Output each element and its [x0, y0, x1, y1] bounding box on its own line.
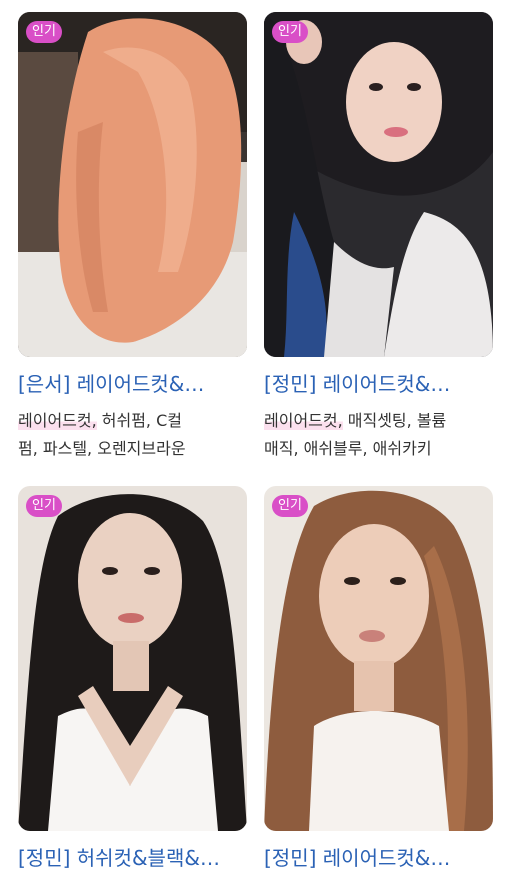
card-title[interactable]: [정민] 허쉬컷&블랙&…	[18, 843, 248, 869]
card-title[interactable]: [정민] 레이어드컷&…	[264, 843, 494, 869]
hairstyle-photo[interactable]: 인기	[18, 12, 247, 357]
card-tags: 레이어드컷, 허쉬펌, C컬 펌, 파스텔, 오렌지브라운	[18, 407, 248, 463]
hairstyle-photo[interactable]: 인기	[18, 486, 247, 831]
hairstyle-card[interactable]: 인기 [은서] 레이어드컷&… 레이어드컷, 허쉬펌, C컬 펌, 파스텔, 오…	[18, 12, 248, 463]
card-tags: 레이어드컷, 매직셋팅, 볼륨 매직, 애쉬블루, 애쉬카키	[264, 407, 494, 463]
hairstyle-photo[interactable]: 인기	[264, 12, 493, 357]
popular-badge: 인기	[272, 21, 308, 43]
tag-highlight: 레이어드컷,	[264, 411, 343, 430]
card-title[interactable]: [정민] 레이어드컷&…	[264, 369, 494, 399]
hairstyle-card[interactable]: 인기 [정민] 레이어드컷&… 레이어드컷, 매직셋팅, 볼륨 매직, 애쉬블루…	[264, 12, 494, 463]
tag-highlight: 레이어드컷,	[18, 411, 97, 430]
hairstyle-grid: 인기 [은서] 레이어드컷&… 레이어드컷, 허쉬펌, C컬 펌, 파스텔, 오…	[0, 0, 505, 869]
tag-text: 매직셋팅, 볼륨	[342, 411, 447, 430]
hairstyle-card[interactable]: 인기 [정민] 허쉬컷&블랙&…	[18, 486, 248, 869]
popular-badge: 인기	[26, 21, 62, 43]
popular-badge: 인기	[272, 495, 308, 517]
tag-text: 펌, 파스텔, 오렌지브라운	[18, 439, 186, 458]
hairstyle-card[interactable]: 인기 [정민] 레이어드컷&…	[264, 486, 494, 869]
popular-badge: 인기	[26, 495, 62, 517]
card-title[interactable]: [은서] 레이어드컷&…	[18, 369, 248, 399]
tag-text: 매직, 애쉬블루, 애쉬카키	[264, 439, 432, 458]
tag-text: 허쉬펌, C컬	[96, 411, 182, 430]
hairstyle-photo[interactable]: 인기	[264, 486, 493, 831]
